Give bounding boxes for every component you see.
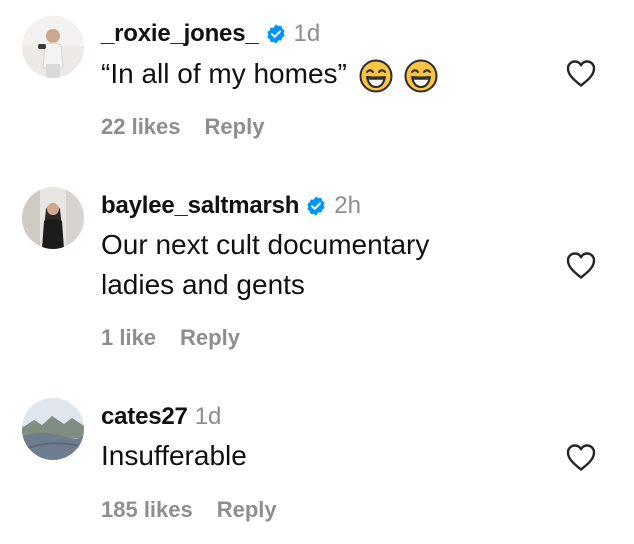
reply-button[interactable]: Reply [217,497,277,523]
timestamp: 1d [194,403,222,430]
heart-outline-icon[interactable] [565,58,597,88]
comment-text-line: Our next cult documentary [101,229,430,260]
username[interactable]: cates27 [101,403,188,431]
comment-text-content: “In all of my homes” [101,58,347,89]
verified-badge-icon [265,23,287,45]
comment-meta: 1 like Reply [101,324,240,352]
username[interactable]: _roxie_jones_ [101,20,259,48]
username[interactable]: baylee_saltmarsh [101,192,299,220]
verified-badge-icon [305,195,327,217]
comment-header: baylee_saltmarsh 2h [101,189,361,223]
comment-text-content: Insufferable [101,440,247,471]
comments-page: { "comments": [ { "username": "_roxie_jo… [0,0,634,544]
comment-text: “In all of my homes” [101,54,438,94]
comment-text: Insufferable [101,436,247,476]
avatar[interactable] [22,187,84,249]
comment-header: cates27 1d [101,400,221,434]
timestamp: 2h [334,192,361,219]
timestamp: 1d [293,20,321,47]
face-with-tears-of-joy-icon [359,59,393,93]
comment-meta: 22 likes Reply [101,113,264,141]
avatar[interactable] [22,16,84,78]
comment-meta: 185 likes Reply [101,496,277,524]
comment-header: _roxie_jones_ 1d [101,17,320,51]
reply-button[interactable]: Reply [180,325,240,351]
likes-count[interactable]: 185 likes [101,497,193,523]
avatar[interactable] [22,398,84,460]
comment-text: Our next cult documentary ladies and gen… [101,225,429,305]
likes-count[interactable]: 1 like [101,325,156,351]
heart-outline-icon[interactable] [565,250,597,280]
face-with-tears-of-joy-icon [404,59,438,93]
comment-text-line: ladies and gents [101,269,305,300]
heart-outline-icon[interactable] [565,442,597,472]
likes-count[interactable]: 22 likes [101,114,181,140]
reply-button[interactable]: Reply [205,114,265,140]
